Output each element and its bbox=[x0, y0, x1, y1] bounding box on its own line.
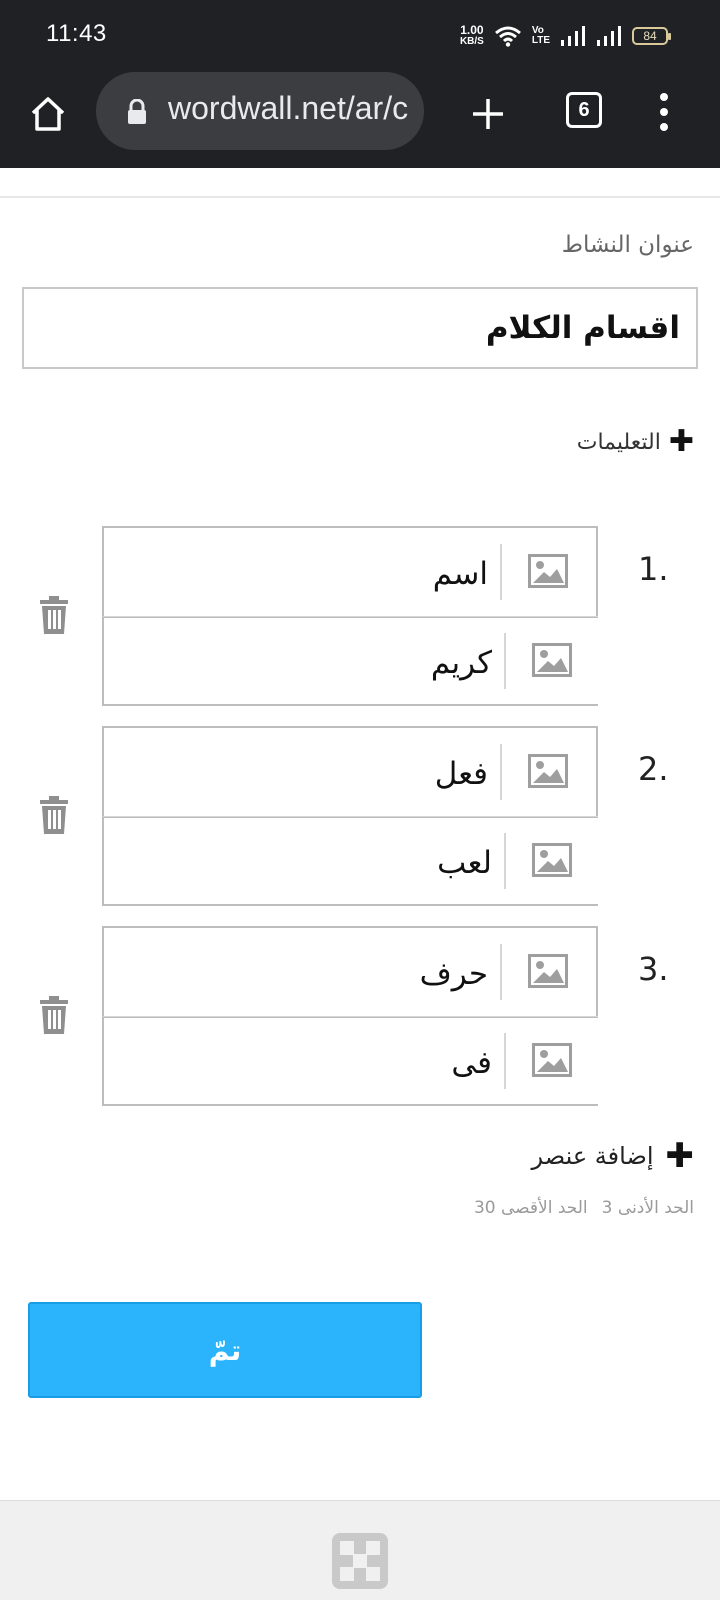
plus-icon: ✚ bbox=[665, 1136, 695, 1176]
item-field-row bbox=[102, 616, 598, 706]
item-number: 2. bbox=[638, 750, 669, 788]
status-time: 11:43 bbox=[46, 20, 107, 47]
field-separator bbox=[500, 744, 502, 800]
volte-bottom: LTE bbox=[531, 35, 550, 46]
network-speed: 1.00 KB/S bbox=[459, 23, 484, 47]
activity-title-label: عنوان النشاط bbox=[561, 232, 694, 258]
image-icon[interactable] bbox=[532, 843, 572, 877]
plus-icon: ✚ bbox=[668, 424, 694, 459]
wifi-icon bbox=[494, 26, 521, 47]
trash-icon[interactable] bbox=[38, 996, 70, 1034]
address-bar[interactable]: wordwall.net/ar/c bbox=[96, 72, 424, 150]
lock-icon bbox=[128, 99, 146, 124]
item-number: 1. bbox=[638, 550, 669, 588]
item-text-input[interactable] bbox=[128, 928, 488, 1016]
item-text-input[interactable] bbox=[132, 817, 492, 905]
item-field-row bbox=[102, 726, 598, 818]
menu-dot bbox=[660, 108, 668, 116]
add-item-label: إضافة عنصر bbox=[531, 1142, 654, 1170]
item-text-input[interactable] bbox=[128, 728, 488, 816]
item-text-input[interactable] bbox=[128, 528, 488, 616]
browser-toolbar: wordwall.net/ar/c 6 bbox=[0, 70, 720, 168]
list-item: 2. bbox=[0, 726, 720, 906]
max-limit: الحد الأقصى 30 bbox=[473, 1198, 588, 1218]
field-separator bbox=[500, 544, 502, 600]
network-speed-unit: KB/S bbox=[459, 36, 484, 47]
item-fields bbox=[102, 926, 598, 1106]
home-button[interactable] bbox=[24, 90, 72, 138]
item-text-input[interactable] bbox=[132, 1017, 492, 1105]
home-icon bbox=[31, 97, 65, 131]
list-item: 3. bbox=[0, 926, 720, 1106]
item-field-row bbox=[102, 816, 598, 906]
menu-dot bbox=[660, 123, 668, 131]
trash-icon[interactable] bbox=[38, 796, 70, 834]
divider bbox=[0, 196, 720, 198]
list-item: 1. bbox=[0, 526, 720, 706]
new-tab-button[interactable] bbox=[464, 90, 512, 138]
field-separator bbox=[504, 633, 506, 689]
item-field-row bbox=[102, 926, 598, 1018]
instructions-toggle[interactable]: ✚ التعليمات bbox=[576, 424, 694, 459]
min-limit: الحد الأدنى 3 bbox=[601, 1198, 694, 1218]
add-item-button[interactable]: ✚ إضافة عنصر bbox=[531, 1136, 695, 1176]
status-icons: 1.00 KB/S Vo LTE 84 bbox=[459, 22, 671, 50]
item-text-input[interactable] bbox=[132, 617, 492, 705]
url-text[interactable]: wordwall.net/ar/c bbox=[168, 90, 408, 127]
item-fields bbox=[102, 726, 598, 906]
done-button[interactable]: تمّ bbox=[28, 1302, 422, 1398]
image-icon[interactable] bbox=[528, 554, 568, 588]
volte-indicator: Vo LTE bbox=[532, 26, 550, 46]
item-number: 3. bbox=[638, 950, 669, 988]
trash-icon[interactable] bbox=[38, 596, 70, 634]
image-icon[interactable] bbox=[532, 1043, 572, 1077]
field-separator bbox=[504, 833, 506, 889]
footer bbox=[0, 1500, 720, 1600]
signal-2-icon bbox=[597, 26, 621, 46]
page-content: عنوان النشاط ✚ التعليمات 1. bbox=[0, 168, 720, 1500]
item-limits: الحد الأدنى 3 الحد الأقصى 30 bbox=[474, 1198, 694, 1218]
image-icon[interactable] bbox=[528, 754, 568, 788]
status-bar: 11:43 1.00 KB/S Vo LTE 84 bbox=[0, 0, 720, 70]
item-field-row bbox=[102, 1016, 598, 1106]
more-vert-icon[interactable] bbox=[646, 88, 682, 136]
field-separator bbox=[504, 1033, 506, 1089]
network-speed-value: 1.00 bbox=[460, 23, 484, 37]
battery-icon: 84 bbox=[632, 27, 671, 45]
signal-1-icon bbox=[561, 26, 585, 46]
activity-title-input[interactable] bbox=[22, 287, 698, 369]
item-fields bbox=[102, 526, 598, 706]
image-icon[interactable] bbox=[528, 954, 568, 988]
plus-icon bbox=[473, 99, 503, 129]
tab-switcher-button[interactable]: 6 bbox=[566, 92, 602, 128]
menu-dot bbox=[660, 93, 668, 101]
image-icon[interactable] bbox=[532, 643, 572, 677]
instructions-label: التعليمات bbox=[576, 429, 661, 455]
item-field-row bbox=[102, 526, 598, 618]
field-separator bbox=[500, 944, 502, 1000]
wordwall-logo-icon bbox=[332, 1533, 388, 1589]
